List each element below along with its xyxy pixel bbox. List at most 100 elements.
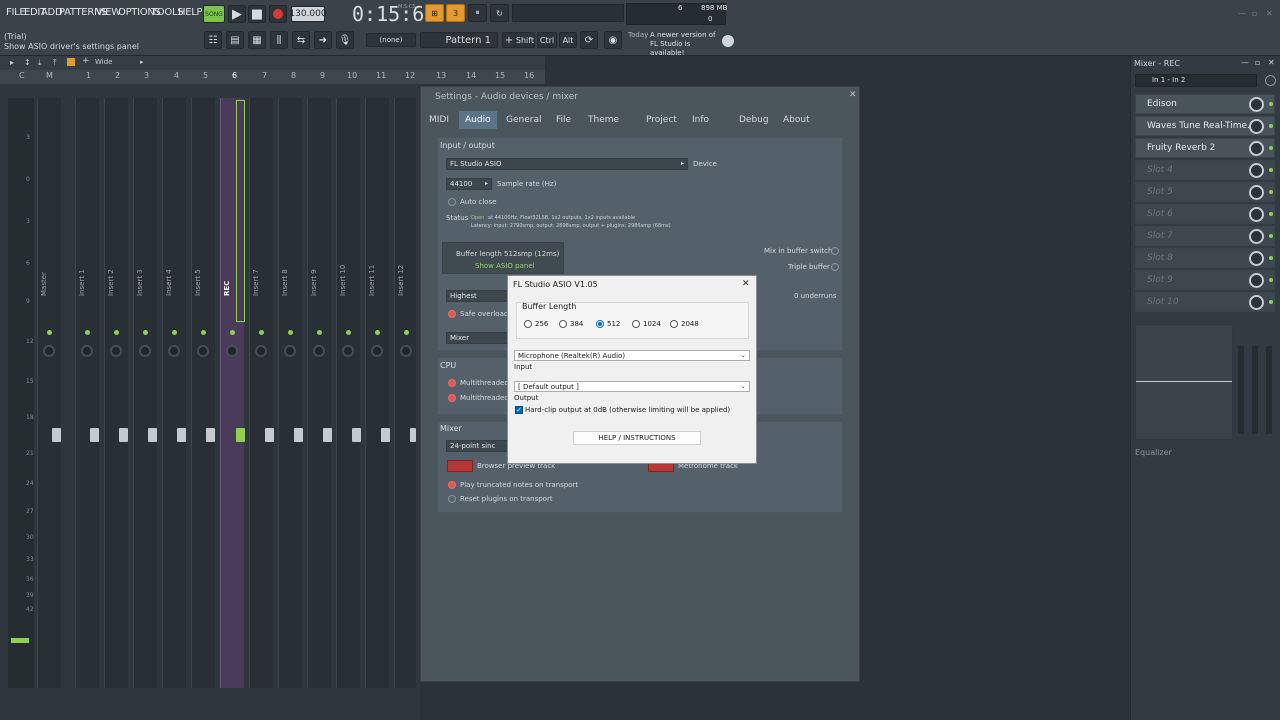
song-mode-button[interactable]: SONG — [203, 5, 225, 23]
mixer-track-insert-9[interactable] — [307, 98, 331, 688]
volume-fader[interactable] — [148, 428, 157, 442]
mix-knob[interactable] — [1249, 119, 1264, 134]
multithreaded-toggle-2[interactable] — [448, 394, 456, 402]
effect-slot-7[interactable]: Slot 7 — [1135, 226, 1275, 246]
layout-selector[interactable]: Wide — [95, 58, 112, 66]
pan-knob[interactable] — [43, 345, 55, 357]
buffer-option-512[interactable] — [596, 320, 604, 328]
priority-dropdown[interactable]: Highest — [446, 290, 508, 302]
settings-close-icon[interactable]: ✕ — [849, 90, 857, 100]
shift-key-button[interactable]: Shift — [515, 32, 535, 48]
asio-close-icon[interactable]: ✕ — [742, 279, 750, 289]
mix-knob[interactable] — [1249, 273, 1264, 288]
slot-enable-led[interactable] — [1269, 102, 1273, 106]
track-enable-led[interactable] — [404, 330, 409, 335]
plugin-picker-button[interactable]: ➜ — [314, 31, 332, 49]
track-enable-led[interactable] — [201, 330, 206, 335]
mixer-track-insert-4[interactable] — [162, 98, 186, 688]
slot-enable-led[interactable] — [1269, 190, 1273, 194]
hardclip-checkbox[interactable]: ✓ — [515, 406, 523, 414]
mix-knob[interactable] — [1249, 295, 1264, 310]
volume-fader[interactable] — [381, 428, 390, 442]
mix-knob[interactable] — [1249, 97, 1264, 112]
device-dropdown[interactable]: FL Studio ASIO ▸ — [446, 158, 688, 170]
app-maximize-icon[interactable]: ▫ — [1252, 9, 1257, 18]
buffer-option-256[interactable] — [524, 320, 532, 328]
mixer-track-insert-10[interactable] — [336, 98, 360, 688]
track-enable-led[interactable] — [346, 330, 351, 335]
mixer-track-insert-8[interactable] — [278, 98, 302, 688]
buffer-option-2048[interactable] — [670, 320, 678, 328]
pan-knob[interactable] — [168, 345, 180, 357]
slot-enable-led[interactable] — [1269, 234, 1273, 238]
track-enable-led[interactable] — [317, 330, 322, 335]
mixer-track-insert-12[interactable] — [394, 98, 416, 688]
slot-enable-led[interactable] — [1269, 300, 1273, 304]
import-icon[interactable]: ⤒ — [53, 58, 57, 68]
equalizer-graph[interactable] — [1135, 324, 1233, 440]
slot-enable-led[interactable] — [1269, 146, 1273, 150]
tab-file[interactable]: File — [556, 111, 571, 129]
sample-rate-dropdown[interactable]: 44100 ▸ — [446, 178, 492, 190]
master-pitch-slider[interactable] — [512, 4, 624, 22]
eq-band-high[interactable] — [1266, 346, 1272, 434]
menu-file[interactable]: FILE — [6, 7, 26, 18]
triple-buffer-toggle[interactable] — [831, 263, 839, 271]
recording-button[interactable]: 🎙 — [336, 31, 354, 49]
mixer-thread-dropdown[interactable]: Mixer — [446, 332, 508, 344]
update-globe-icon[interactable] — [722, 35, 734, 47]
app-close-icon[interactable]: ✕ — [1266, 9, 1273, 18]
play-icon-small[interactable]: ▸ — [10, 58, 14, 67]
effect-slot-9[interactable]: Slot 9 — [1135, 270, 1275, 290]
track-enable-led[interactable] — [143, 330, 148, 335]
volume-fader[interactable] — [177, 428, 186, 442]
tab-project[interactable]: Project — [646, 111, 677, 129]
volume-fader[interactable] — [52, 428, 61, 442]
layout-arrow-icon[interactable]: ▸ — [140, 58, 144, 66]
effect-slot-4[interactable]: Slot 4 — [1135, 160, 1275, 180]
app-minimize-icon[interactable]: — — [1238, 9, 1246, 18]
tab-theme[interactable]: Theme — [588, 111, 619, 129]
playlist-button[interactable]: ☷ — [204, 31, 222, 49]
mix-knob[interactable] — [1249, 207, 1264, 222]
mix-knob[interactable] — [1249, 163, 1264, 178]
mix-knob[interactable] — [1249, 251, 1264, 266]
tab-midi[interactable]: MIDI — [429, 111, 449, 129]
effect-slot-10[interactable]: Slot 10 — [1135, 292, 1275, 312]
interpolation-dropdown[interactable]: 24-point sinc — [446, 440, 508, 452]
effect-slot-2[interactable]: Waves Tune Real-Time... — [1135, 116, 1275, 136]
pan-knob[interactable] — [342, 345, 354, 357]
input-device-dropdown[interactable]: Microphone (Realtek(R) Audio) ⌄ — [514, 350, 750, 361]
track-enable-led[interactable] — [259, 330, 264, 335]
pan-knob[interactable] — [226, 345, 238, 357]
mixer-track-insert-3[interactable] — [133, 98, 157, 688]
loop-record-toggle[interactable]: ↻ — [490, 4, 509, 22]
eq-band-low[interactable] — [1238, 346, 1244, 434]
panel-close-icon[interactable]: ✕ — [1268, 58, 1275, 67]
mix-in-buffer-toggle[interactable] — [831, 247, 839, 255]
slot-enable-led[interactable] — [1269, 278, 1273, 282]
input-routing-dropdown[interactable]: In 1 - In 2 — [1135, 74, 1257, 87]
stop-button[interactable]: ■ — [248, 5, 266, 23]
mixer-track-insert-5[interactable] — [191, 98, 215, 688]
mixer-track-insert-7[interactable] — [249, 98, 273, 688]
effect-slot-3[interactable]: Fruity Reverb 2 — [1135, 138, 1275, 158]
browser-button[interactable]: ⇆ — [292, 31, 310, 49]
mixer-track-insert-11[interactable] — [365, 98, 389, 688]
pan-knob[interactable] — [197, 345, 209, 357]
piano-roll-button[interactable]: ▤ — [226, 31, 244, 49]
channel-rack-button[interactable]: ▦ — [248, 31, 266, 49]
volume-fader[interactable] — [90, 428, 99, 442]
volume-fader[interactable] — [323, 428, 332, 442]
track-enable-led[interactable] — [47, 330, 52, 335]
panel-maximize-icon[interactable]: ▫ — [1255, 58, 1260, 67]
volume-fader[interactable] — [294, 428, 303, 442]
track-enable-led[interactable] — [172, 330, 177, 335]
mix-knob[interactable] — [1249, 229, 1264, 244]
slot-enable-led[interactable] — [1269, 168, 1273, 172]
multithreaded-toggle-1[interactable] — [448, 379, 456, 387]
browser-preview-track-selector[interactable] — [447, 460, 473, 472]
volume-fader[interactable] — [119, 428, 128, 442]
pan-knob[interactable] — [110, 345, 122, 357]
alt-key-button[interactable]: Alt — [559, 32, 577, 48]
